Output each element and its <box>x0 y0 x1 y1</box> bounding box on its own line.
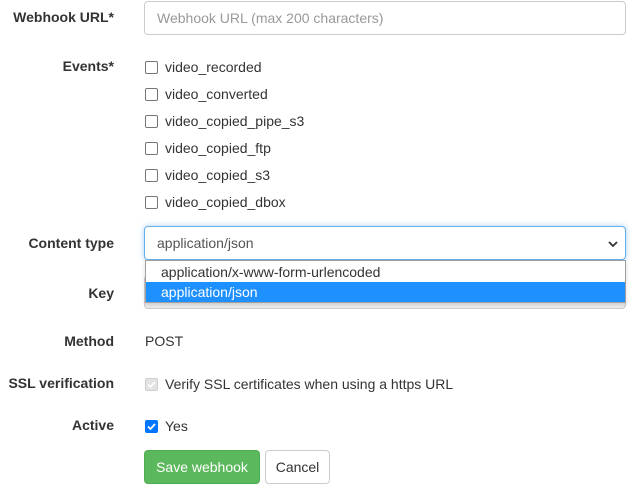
chevron-down-icon <box>608 241 618 248</box>
event-option-video-recorded[interactable]: video_recorded <box>144 58 262 76</box>
active-text: Yes <box>165 418 188 434</box>
event-option-label: video_recorded <box>165 59 262 75</box>
method-value: POST <box>145 333 184 349</box>
webhook-url-input[interactable] <box>144 1 626 35</box>
event-option-label: video_copied_s3 <box>165 167 271 183</box>
event-option-label: video_converted <box>165 86 268 102</box>
event-option-video-copied-ftp[interactable]: video_copied_ftp <box>144 139 271 157</box>
ssl-verification-label: SSL verification <box>8 375 114 391</box>
content-type-label: Content type <box>28 235 114 251</box>
event-option-label: video_copied_pipe_s3 <box>165 113 305 129</box>
event-checkbox[interactable] <box>145 168 158 182</box>
content-type-select[interactable]: application/json <box>144 226 626 260</box>
content-type-option-json[interactable]: application/json <box>146 282 625 302</box>
events-label: Events* <box>62 58 114 74</box>
ssl-verification-checkbox <box>145 377 158 391</box>
event-option-label: video_copied_ftp <box>165 140 271 156</box>
checkmark-icon <box>147 422 156 430</box>
content-type-dropdown: application/x-www-form-urlencoded applic… <box>145 260 626 303</box>
event-option-video-copied-pipe-s3[interactable]: video_copied_pipe_s3 <box>144 112 304 130</box>
content-type-selected-value: application/json <box>157 235 254 251</box>
event-option-label: video_copied_dbox <box>165 194 286 210</box>
active-option[interactable]: Yes <box>144 417 188 435</box>
method-label: Method <box>64 333 114 349</box>
event-checkbox[interactable] <box>145 114 158 128</box>
event-option-video-converted[interactable]: video_converted <box>144 85 268 103</box>
ssl-verification-text: Verify SSL certificates when using a htt… <box>165 376 454 392</box>
cancel-button[interactable]: Cancel <box>265 450 330 484</box>
event-option-video-copied-s3[interactable]: video_copied_s3 <box>144 166 270 184</box>
active-label: Active <box>71 417 114 433</box>
event-checkbox[interactable] <box>145 87 158 101</box>
save-webhook-button[interactable]: Save webhook <box>144 450 260 484</box>
event-checkbox[interactable] <box>145 60 158 74</box>
event-checkbox[interactable] <box>145 141 158 155</box>
ssl-verification-option: Verify SSL certificates when using a htt… <box>144 375 453 393</box>
key-label: Key <box>88 285 114 301</box>
event-option-video-copied-dbox[interactable]: video_copied_dbox <box>144 193 286 211</box>
event-checkbox[interactable] <box>145 195 158 209</box>
webhook-url-label: Webhook URL* <box>13 9 114 25</box>
content-type-option-urlencoded[interactable]: application/x-www-form-urlencoded <box>146 262 625 282</box>
active-checkbox[interactable] <box>145 419 158 433</box>
checkmark-icon <box>147 380 156 388</box>
